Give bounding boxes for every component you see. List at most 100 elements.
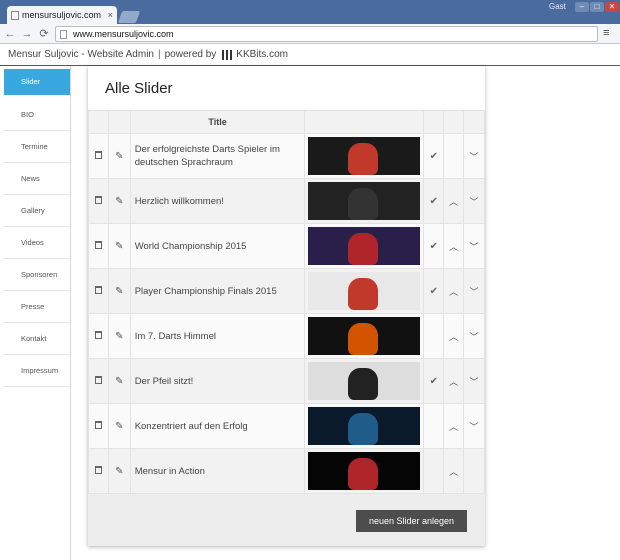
move-down-cell: ﹀ [463,403,485,449]
check-icon[interactable]: ✔ [430,196,438,207]
slide-thumbnail [308,452,421,490]
chevron-up-icon[interactable]: ︿ [449,332,458,342]
chevron-up-icon[interactable]: ︿ [449,467,458,477]
sidebar-item-news[interactable]: News [4,163,70,195]
active-cell: ✔ [423,133,445,179]
sidebar-item-sponsoren[interactable]: Sponsoren [4,259,70,291]
edit-cell: ✎ [107,133,131,179]
thumbnail-cell [304,448,425,494]
tab-title: mensursuljovic.com [22,10,102,20]
check-icon[interactable]: ✔ [430,286,438,297]
trash-icon[interactable] [94,465,102,474]
browser-menu-icon[interactable]: ≡ [603,27,609,39]
move-down-cell: ﹀ [463,133,485,179]
chevron-up-icon[interactable]: ︿ [449,287,458,297]
pencil-icon[interactable]: ✎ [115,151,123,162]
trash-icon[interactable] [94,285,102,294]
new-tab-button[interactable] [117,11,141,23]
header-cell-edit [107,110,131,134]
thumbnail-cell [304,178,425,224]
reload-icon[interactable]: ⟳ [37,27,51,40]
chevron-up-icon[interactable]: ︿ [449,197,458,207]
powered-by-label: powered by [164,49,217,60]
thumbnail-cell [304,313,425,359]
slide-thumbnail [308,137,421,175]
pencil-icon[interactable]: ✎ [115,331,123,342]
trash-icon[interactable] [94,330,102,339]
chevron-up-icon[interactable]: ︿ [449,377,458,387]
trash-icon[interactable] [94,195,102,204]
check-icon[interactable]: ✔ [430,151,438,162]
sidebar-item-kontakt[interactable]: Kontakt [4,323,70,355]
browser-tab[interactable]: mensursuljovic.com × [7,6,117,24]
forward-icon[interactable]: → [20,28,34,40]
url-text[interactable]: www.mensursuljovic.com [73,29,174,39]
table-row: ✎ World Championship 2015 ✔ ︿ ﹀ [88,223,485,269]
table-header-row: Title [88,110,485,134]
maximize-button[interactable]: □ [590,2,604,12]
trash-icon[interactable] [94,375,102,384]
check-icon[interactable]: ✔ [430,376,438,387]
sidebar-item-presse[interactable]: Presse [4,291,70,323]
slide-thumbnail [308,362,421,400]
chevron-down-icon[interactable]: ﹀ [470,422,479,432]
site-header: Mensur Suljovic - Website Admin | powere… [0,44,620,66]
brand-link[interactable]: KKBits.com [236,49,288,60]
page-title: Alle Slider [105,80,173,97]
trash-icon[interactable] [94,240,102,249]
chevron-down-icon[interactable]: ﹀ [470,242,479,252]
active-cell [423,403,445,449]
sidebar-item-impressum[interactable]: Impressum [4,355,70,387]
chevron-down-icon[interactable]: ﹀ [470,152,479,162]
sidebar-item-bio[interactable]: BIO [4,99,70,131]
user-label[interactable]: Gast [549,2,566,11]
kkbits-logo-icon [222,49,233,60]
pencil-icon[interactable]: ✎ [115,241,123,252]
thumbnail-cell [304,358,425,404]
delete-cell [88,358,109,404]
trash-icon[interactable] [94,150,102,159]
sidebar-item-slider[interactable]: Slider [4,69,70,95]
move-down-cell: ﹀ [463,313,485,359]
minimize-button[interactable]: – [575,2,589,12]
delete-cell [88,133,109,179]
chevron-up-icon[interactable]: ︿ [449,422,458,432]
header-cell-title: Title [129,110,306,134]
slider-panel: Alle Slider Title ✎ Der erfolgreichste D… [88,66,485,546]
sidebar-item-gallery[interactable]: Gallery [4,195,70,227]
chevron-down-icon[interactable]: ﹀ [470,287,479,297]
pencil-icon[interactable]: ✎ [115,286,123,297]
slide-title: Der Pfeil sitzt! [129,358,306,404]
window-close-button[interactable]: ✕ [605,2,619,12]
pencil-icon[interactable]: ✎ [115,466,123,477]
active-cell [423,448,445,494]
chevron-up-icon[interactable]: ︿ [449,242,458,252]
edit-cell: ✎ [107,178,131,224]
sidebar-item-videos[interactable]: Videos [4,227,70,259]
move-up-cell: ︿ [443,268,465,314]
slide-thumbnail [308,407,421,445]
edit-cell: ✎ [107,358,131,404]
chevron-down-icon[interactable]: ﹀ [470,377,479,387]
panel-header: Alle Slider [88,66,485,110]
pencil-icon[interactable]: ✎ [115,196,123,207]
back-icon[interactable]: ← [3,28,17,40]
move-up-cell: ︿ [443,223,465,269]
move-up-cell: ︿ [443,313,465,359]
check-icon[interactable]: ✔ [430,241,438,252]
delete-cell [88,403,109,449]
header-separator: | [157,49,161,60]
pencil-icon[interactable]: ✎ [115,376,123,387]
site-name: Mensur Suljovic - Website Admin [8,49,154,60]
chevron-down-icon[interactable]: ﹀ [470,332,479,342]
sidebar-item-termine[interactable]: Termine [4,131,70,163]
pencil-icon[interactable]: ✎ [115,421,123,432]
new-slider-button[interactable]: neuen Slider anlegen [356,510,467,532]
active-cell: ✔ [423,268,445,314]
thumbnail-cell [304,268,425,314]
trash-icon[interactable] [94,420,102,429]
tab-close-icon[interactable]: × [108,10,113,20]
chevron-down-icon[interactable]: ﹀ [470,197,479,207]
edit-cell: ✎ [107,403,131,449]
address-bar[interactable]: www.mensursuljovic.com [55,26,598,42]
